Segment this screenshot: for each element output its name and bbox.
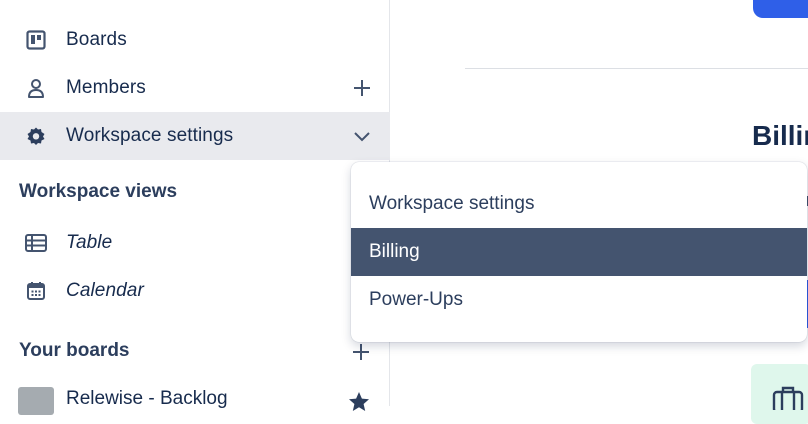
page-title: Billing [752,120,808,152]
sidebar-item-label: Boards [66,29,127,51]
board-item-label[interactable]: Relewise - Backlog [66,388,228,410]
plus-icon[interactable] [350,76,374,100]
sidebar-item-boards[interactable]: Boards [0,16,390,64]
dropdown-item-billing[interactable]: Billing [351,228,807,276]
workspace-settings-dropdown: Workspace settings Billing Power-Ups [351,162,807,342]
add-board-plus-icon[interactable] [349,340,373,364]
chevron-down-icon[interactable] [350,124,374,148]
sidebar-item-workspace-settings[interactable]: Workspace settings [0,112,390,160]
sidebar-item-members[interactable]: Members [0,64,390,112]
sidebar: Boards Members Workspace settings [0,0,390,406]
sidebar-item-label: Workspace settings [66,125,233,147]
dropdown-item-workspace-settings[interactable]: Workspace settings [351,180,807,228]
table-icon [24,231,48,255]
dropdown-item-power-ups[interactable]: Power-Ups [351,276,807,324]
board-thumbnail[interactable] [18,387,54,415]
sidebar-item-calendar[interactable]: Calendar [0,267,390,315]
gear-icon [24,124,48,148]
board-icon [24,28,48,52]
divider [465,68,808,69]
sidebar-item-table[interactable]: Table [0,219,390,267]
sidebar-item-label: Members [66,77,146,99]
section-title-workspace-views: Workspace views [19,181,177,203]
briefcase-icon [772,386,804,410]
sidebar-item-label: Calendar [66,280,144,302]
sidebar-item-label: Table [66,232,112,254]
section-title-your-boards: Your boards [19,340,130,362]
person-icon [24,76,48,100]
primary-button[interactable] [753,0,808,18]
calendar-icon [24,279,48,303]
star-icon[interactable] [347,390,371,414]
